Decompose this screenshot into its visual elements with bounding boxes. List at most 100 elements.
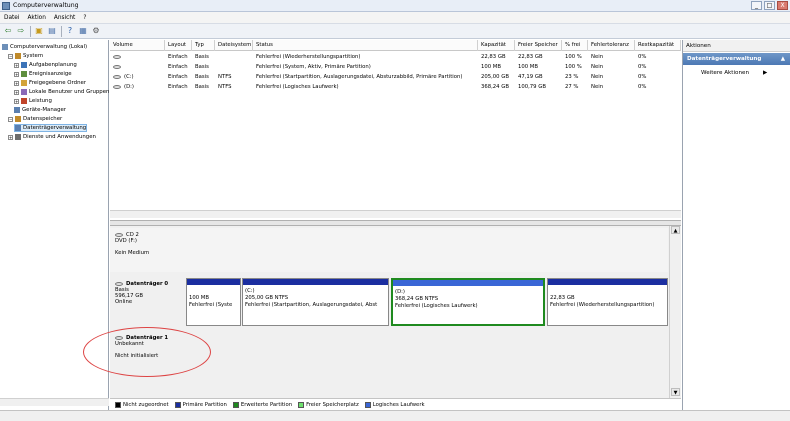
tree-item[interactable]: Computerverwaltung (Lokal) bbox=[2, 43, 87, 51]
table-row[interactable]: (D:) Einfach Basis NTFS Fehlerfrei (Logische… bbox=[110, 82, 681, 92]
tree-item[interactable]: − Datenspeicher bbox=[8, 115, 62, 123]
cdrom-panel[interactable]: CD 2 DVD (F:) Kein Medium bbox=[110, 228, 668, 272]
expand-icon[interactable]: + bbox=[14, 71, 19, 77]
column-header[interactable]: Freier Speicher bbox=[515, 40, 562, 51]
partition-recovery[interactable]: 22,83 GB Fehlerfrei (Wiederherstellungspa… bbox=[547, 278, 668, 326]
table-cell: Basis bbox=[192, 72, 215, 82]
disk0-info[interactable]: Datenträger 0 Basis 596,17 GB Online bbox=[110, 278, 185, 328]
table-cell: Nein bbox=[588, 72, 635, 82]
menu-view[interactable]: Ansicht bbox=[54, 15, 75, 21]
tree-node-icon bbox=[21, 80, 27, 86]
properties-icon[interactable]: ▦ bbox=[77, 25, 89, 37]
scroll-down-arrow-icon[interactable]: ▼ bbox=[671, 388, 680, 396]
expand-icon[interactable]: + bbox=[8, 134, 13, 140]
tree-item[interactable]: + Ereignisanzeige bbox=[14, 70, 72, 78]
collapse-icon[interactable]: − bbox=[8, 53, 13, 59]
menu-action[interactable]: Aktion bbox=[27, 15, 45, 21]
table-cell-text: 0% bbox=[638, 74, 647, 80]
table-cell: Fehlerfrei (Startpartition, Auslagerungs… bbox=[253, 72, 478, 82]
back-arrow-icon[interactable]: ⇦ bbox=[2, 25, 14, 37]
collapse-icon[interactable]: − bbox=[8, 116, 13, 122]
partition-system-reserved[interactable]: 100 MB Fehlerfrei (Syste bbox=[186, 278, 241, 326]
table-row[interactable]: Einfach Basis Fehlerfrei (System, Aktiv, P… bbox=[110, 62, 681, 72]
menu-file[interactable]: Datei bbox=[4, 15, 19, 21]
more-actions-item[interactable]: Weitere Aktionen ▶ bbox=[701, 70, 767, 76]
partition-text: (C:) 205,00 GB NTFS Fehlerfrei (Startparti… bbox=[245, 288, 387, 309]
tree-item[interactable]: + Dienste und Anwendungen bbox=[8, 133, 96, 141]
disk0-name: Datenträger 0 bbox=[126, 281, 169, 287]
tree-item[interactable]: Datenträgerverwaltung bbox=[14, 124, 88, 132]
collapse-arrow-icon[interactable]: ▲ bbox=[781, 53, 785, 65]
legend-swatch bbox=[364, 401, 371, 408]
legend-entry: Erweiterte Partition bbox=[232, 401, 292, 408]
tree-horizontal-scrollbar[interactable] bbox=[0, 398, 109, 406]
table-row[interactable]: (C:) Einfach Basis NTFS Fehlerfrei (Startpar… bbox=[110, 72, 681, 82]
table-row[interactable]: Einfach Basis Fehlerfrei (Wiederherstellun… bbox=[110, 52, 681, 62]
expand-icon[interactable]: + bbox=[14, 80, 19, 86]
table-cell: (C:) bbox=[110, 72, 165, 82]
column-header[interactable]: Restkapazität bbox=[635, 40, 681, 51]
tree-item[interactable]: + Aufgabenplanung bbox=[14, 61, 77, 69]
partition-status: Fehlerfrei (Logisches Laufwerk) bbox=[395, 303, 478, 309]
volume-icon bbox=[113, 84, 121, 89]
column-header[interactable]: Fehlertoleranz bbox=[588, 40, 635, 51]
tree-item-label: Ereignisanzeige bbox=[29, 71, 72, 77]
tree-item[interactable]: + Freigegebene Ordner bbox=[14, 79, 86, 87]
maximize-button[interactable]: □ bbox=[764, 1, 775, 10]
actions-section-disk-management[interactable]: Datenträgerverwaltung ▲ bbox=[683, 53, 790, 65]
volume-icon bbox=[113, 74, 121, 79]
close-button[interactable]: X bbox=[777, 1, 788, 10]
volume-list-horizontal-scrollbar[interactable] bbox=[110, 210, 681, 218]
column-header[interactable]: Kapazität bbox=[478, 40, 515, 51]
tree-node-icon bbox=[2, 44, 8, 50]
menu-help[interactable]: ? bbox=[83, 15, 86, 21]
partition-c[interactable]: (C:) 205,00 GB NTFS Fehlerfrei (Startparti… bbox=[242, 278, 389, 326]
show-hide-tree-icon[interactable]: ▤ bbox=[46, 25, 58, 37]
table-cell: Fehlerfrei (System, Aktiv, Primäre Parti… bbox=[253, 62, 478, 72]
column-header[interactable]: Status bbox=[253, 40, 478, 51]
expand-icon[interactable]: + bbox=[14, 98, 19, 104]
column-header[interactable]: Typ bbox=[192, 40, 215, 51]
table-cell-text: Fehlerfrei (System, Aktiv, Primäre Parti… bbox=[256, 64, 371, 70]
cdrom-type: DVD (F:) bbox=[115, 238, 137, 244]
partition-status: Fehlerfrei (Wiederherstellungspartition) bbox=[550, 302, 655, 308]
table-cell-text: Einfach bbox=[168, 54, 188, 60]
tree-node-icon bbox=[21, 71, 27, 77]
menu-bar: Datei Aktion Ansicht ? bbox=[0, 12, 790, 23]
legend-label: Logisches Laufwerk bbox=[372, 401, 425, 408]
tree-item-label: Datenträgerverwaltung bbox=[23, 125, 87, 131]
expand-icon[interactable]: + bbox=[14, 62, 19, 68]
scroll-up-arrow-icon[interactable]: ▲ bbox=[671, 226, 680, 234]
partition-legend: Nicht zugeordnet Primäre Partition Erweite… bbox=[110, 398, 681, 410]
window-controls: _ □ X bbox=[751, 1, 788, 10]
partition-d[interactable]: (D:) 368,24 GB NTFS Fehlerfrei (Logisches … bbox=[391, 278, 545, 326]
table-cell bbox=[110, 52, 165, 62]
tree-item[interactable]: + Leistung bbox=[14, 97, 52, 105]
column-header[interactable]: Volume bbox=[110, 40, 165, 51]
tree-item[interactable]: Geräte-Manager bbox=[14, 106, 66, 114]
cdrom-icon bbox=[115, 232, 123, 237]
red-highlight-circle bbox=[83, 327, 211, 377]
table-cell-text: 100,79 GB bbox=[518, 84, 546, 90]
expand-icon[interactable]: + bbox=[14, 89, 19, 95]
up-folder-icon[interactable]: ▣ bbox=[33, 25, 45, 37]
minimize-button[interactable]: _ bbox=[751, 1, 762, 10]
table-cell: 22,83 GB bbox=[515, 52, 562, 62]
table-cell-text: Nein bbox=[591, 64, 604, 70]
toolbar: ⇦ ⇨ ▣ ▤? ▦ ⚙ bbox=[0, 23, 790, 39]
column-header[interactable]: % frei bbox=[562, 40, 588, 51]
forward-arrow-icon[interactable]: ⇨ bbox=[15, 25, 27, 37]
graph-vertical-scrollbar[interactable]: ▲ ▼ bbox=[669, 226, 681, 398]
partition-bar bbox=[548, 279, 667, 285]
table-cell: Fehlerfrei (Wiederherstellungspartition) bbox=[253, 52, 478, 62]
table-cell bbox=[215, 62, 253, 72]
column-header[interactable]: Layout bbox=[165, 40, 192, 51]
column-header[interactable]: Dateisystem bbox=[215, 40, 253, 51]
help-icon[interactable]: ? bbox=[64, 25, 76, 37]
tree-item[interactable]: + Lokale Benutzer und Gruppen bbox=[14, 88, 109, 96]
table-cell: 0% bbox=[635, 72, 681, 82]
volume-icon bbox=[113, 64, 121, 69]
legend-swatch bbox=[115, 401, 121, 408]
settings-icon[interactable]: ⚙ bbox=[90, 25, 102, 37]
tree-item[interactable]: − System bbox=[8, 52, 43, 60]
